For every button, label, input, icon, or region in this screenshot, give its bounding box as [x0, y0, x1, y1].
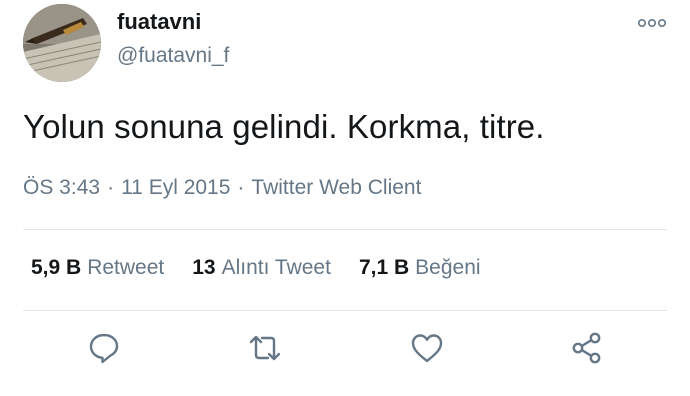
- quote-tweet-count-stat[interactable]: 13 Alıntı Tweet: [192, 256, 331, 280]
- stat-label: Alıntı Tweet: [221, 256, 331, 279]
- stat-label: Retweet: [87, 256, 165, 279]
- stat-label: Beğeni: [415, 256, 481, 279]
- display-name[interactable]: fuatavni: [117, 9, 201, 35]
- heart-icon: [411, 334, 443, 363]
- share-icon: [572, 332, 601, 364]
- stat-count: 7,1 B: [358, 256, 410, 279]
- stat-count: 13: [192, 256, 216, 279]
- like-button[interactable]: [409, 330, 445, 366]
- meta-separator: ·: [107, 176, 115, 199]
- more-options-button[interactable]: [636, 14, 668, 32]
- tweet-text: Yolun sonuna gelindi. Korkma, titre.: [23, 108, 545, 145]
- like-count-stat[interactable]: 7,1 B Beğeni: [359, 256, 481, 280]
- stat-count: 5,9 B: [31, 256, 82, 279]
- retweet-icon: [249, 335, 281, 361]
- tweet-time: ÖS 3:43: [23, 176, 101, 199]
- avatar[interactable]: [23, 4, 101, 82]
- tweet-date: 11 Eyl 2015: [121, 176, 231, 199]
- share-button[interactable]: [569, 330, 605, 366]
- retweet-count-stat[interactable]: 5,9 B Retweet: [31, 256, 164, 280]
- more-dots-icon: [637, 19, 666, 28]
- divider: [23, 310, 667, 311]
- tweet-meta: ÖS 3:43 · 11 Eyl 2015 · Twitter Web Client: [23, 176, 421, 200]
- reply-icon: [89, 333, 119, 364]
- retweet-button[interactable]: [247, 330, 283, 366]
- reply-button[interactable]: [86, 330, 122, 366]
- user-handle[interactable]: @fuatavni_f: [117, 44, 229, 68]
- meta-separator: ·: [237, 176, 245, 199]
- divider: [23, 229, 667, 230]
- tweet-source[interactable]: Twitter Web Client: [251, 176, 421, 199]
- avatar-image: [23, 4, 101, 82]
- tweet-stats: 5,9 B Retweet 13 Alıntı Tweet 7,1 B Beğeni: [31, 256, 509, 280]
